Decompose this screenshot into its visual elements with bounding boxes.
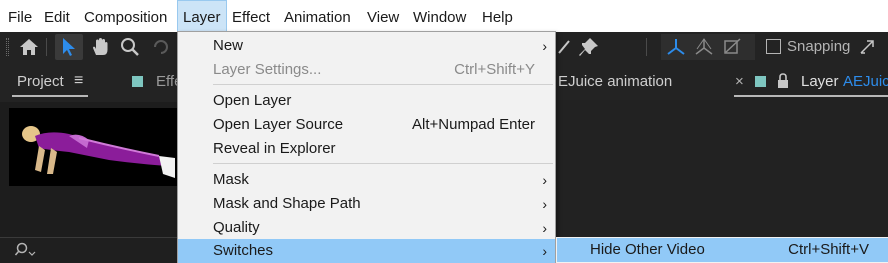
project-tab[interactable]: Project [17, 73, 64, 90]
menu-window[interactable]: Window [413, 0, 466, 32]
toolbar-grip[interactable] [6, 38, 9, 56]
axis-view-icon[interactable] [720, 35, 744, 59]
menu-item-label: Open Layer [213, 92, 292, 109]
layer-label-color-icon [755, 76, 766, 87]
menu-item-mask[interactable]: Mask › [178, 168, 555, 192]
menu-item-label: Reveal in Explorer [213, 140, 336, 157]
snapping-expand-icon[interactable] [855, 35, 879, 59]
snapping-label: Snapping [787, 38, 851, 55]
menu-item-reveal-in-explorer[interactable]: Reveal in Explorer [178, 137, 555, 161]
menu-effect[interactable]: Effect [232, 0, 270, 32]
layer-tab-underline [734, 95, 888, 97]
chevron-right-icon: › [542, 172, 547, 188]
toolbar-divider [646, 38, 647, 56]
layer-menu: New › Layer Settings... Ctrl+Shift+Y Ope… [177, 31, 556, 263]
chevron-right-icon: › [542, 196, 547, 212]
menu-item-switches[interactable]: Switches › [178, 239, 555, 263]
layer-tab-label[interactable]: Layer [801, 73, 839, 90]
menu-item-label: Mask [213, 171, 249, 188]
viewer-panel-body [555, 100, 888, 237]
close-icon[interactable]: × [735, 73, 744, 90]
menu-file[interactable]: File [8, 0, 32, 32]
menu-item-label: Layer Settings... [213, 61, 322, 78]
menu-item-label: Hide Other Video [590, 241, 705, 258]
menu-item-label: Open Layer Source [213, 116, 344, 133]
menu-bar: File Edit Composition Layer Effect Anima… [0, 0, 888, 32]
axis-local-icon[interactable] [664, 35, 688, 59]
effects-label-color-icon [132, 76, 143, 87]
project-tab-underline [12, 95, 88, 97]
menu-separator [213, 84, 553, 85]
switches-submenu: Hide Other Video Ctrl+Shift+V [555, 237, 888, 263]
menu-item-shortcut: Alt+Numpad Enter [412, 116, 535, 133]
lock-icon[interactable] [775, 72, 791, 90]
selection-tool-icon[interactable] [57, 35, 81, 59]
rotate-tool-icon[interactable] [149, 35, 173, 59]
chevron-right-icon: › [542, 38, 547, 54]
menu-item-label: New [213, 37, 244, 54]
menu-composition[interactable]: Composition [84, 0, 167, 32]
menu-layer[interactable]: Layer [177, 0, 227, 32]
menu-item-mask-and-shape-path[interactable]: Mask and Shape Path › [178, 192, 555, 216]
toolbar-divider [46, 38, 47, 56]
composition-tab[interactable]: EJuice animation [558, 73, 672, 90]
snapping-checkbox[interactable] [766, 39, 781, 54]
menu-item-new[interactable]: New › [178, 34, 555, 58]
layer-tab-name[interactable]: AEJuice [843, 73, 888, 90]
menu-item-open-layer-source[interactable]: Open Layer Source Alt+Numpad Enter [178, 113, 555, 137]
search-icon[interactable] [14, 240, 40, 260]
chevron-right-icon: › [542, 243, 547, 259]
menu-item-hide-other-video[interactable]: Hide Other Video Ctrl+Shift+V [557, 238, 888, 262]
menu-item-open-layer[interactable]: Open Layer [178, 89, 555, 113]
axis-world-icon[interactable] [692, 35, 716, 59]
menu-item-layer-settings[interactable]: Layer Settings... Ctrl+Shift+Y [178, 58, 555, 82]
menu-edit[interactable]: Edit [44, 0, 70, 32]
panel-menu-icon[interactable]: ≡ [74, 72, 83, 90]
menu-separator [213, 163, 553, 164]
menu-item-shortcut: Ctrl+Shift+V [788, 241, 869, 258]
puppet-pin-icon[interactable] [577, 35, 601, 59]
menu-item-label: Switches [213, 242, 274, 259]
home-icon[interactable] [17, 35, 41, 59]
footage-thumbnail[interactable] [9, 108, 177, 186]
menu-animation[interactable]: Animation [284, 0, 351, 32]
menu-view[interactable]: View [367, 0, 399, 32]
zoom-tool-icon[interactable] [118, 35, 142, 59]
menu-item-label: Mask and Shape Path [213, 195, 361, 212]
menu-item-quality[interactable]: Quality › [178, 216, 555, 240]
menu-help[interactable]: Help [482, 0, 513, 32]
hand-tool-icon[interactable] [88, 35, 112, 59]
menu-item-shortcut: Ctrl+Shift+Y [454, 61, 535, 78]
chevron-right-icon: › [542, 220, 547, 236]
menu-item-label: Quality [213, 219, 260, 236]
